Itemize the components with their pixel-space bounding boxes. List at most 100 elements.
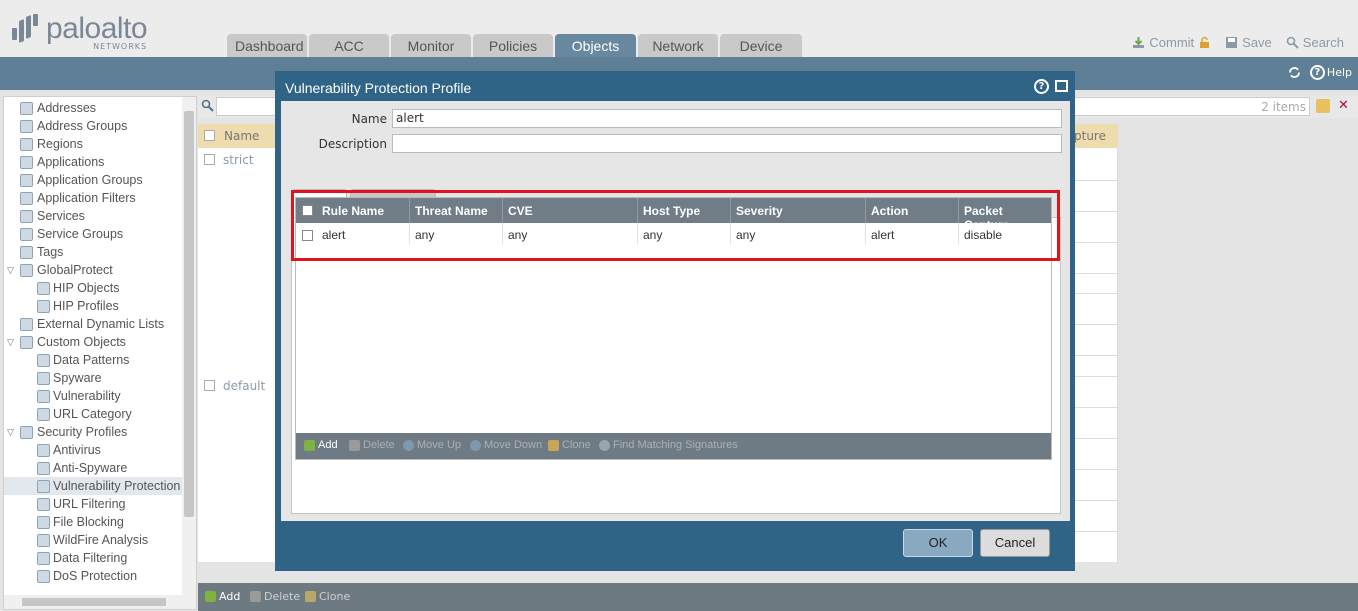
sidebar-item[interactable]: Data Patterns	[4, 351, 184, 369]
vulnerability-profile-dialog: Vulnerability Protection Profile ? Name …	[275, 71, 1075, 571]
clear-filter-icon[interactable]: ✕	[1338, 99, 1352, 113]
sidebar-item[interactable]: File Blocking	[4, 513, 184, 531]
tab-objects[interactable]: Objects	[555, 34, 636, 57]
wildfire-icon	[37, 534, 50, 547]
anti-spyware-icon	[37, 462, 50, 475]
row-checkbox[interactable]	[204, 154, 215, 165]
sidebar-item[interactable]: HIP Profiles	[4, 297, 184, 315]
sidebar-item-label: Regions	[37, 137, 83, 151]
logo-text: paloalto	[46, 12, 148, 45]
tab-network[interactable]: Network	[638, 34, 718, 57]
sidebar-item[interactable]: Applications	[4, 153, 184, 171]
lock-icon[interactable]	[1198, 36, 1211, 49]
add-rule-button[interactable]: Add	[304, 439, 338, 451]
add-profile-button[interactable]: Add	[205, 590, 240, 603]
tab-monitor[interactable]: Monitor	[391, 34, 471, 57]
move-up-button[interactable]: Move Up	[403, 439, 461, 451]
sidebar-item[interactable]: Regions	[4, 135, 184, 153]
sidebar-item[interactable]: Vulnerability Protection	[4, 477, 184, 495]
sidebar-hscrollbar[interactable]	[4, 595, 184, 609]
sidebar-item[interactable]: Data Filtering	[4, 549, 184, 567]
sidebar-item[interactable]: DoS Protection	[4, 567, 184, 585]
expand-toggle-icon[interactable]: ▽	[7, 261, 14, 279]
table-row[interactable]: strict	[204, 153, 254, 167]
row-name[interactable]: strict	[223, 153, 254, 167]
sidebar-item[interactable]: ▽ Security Profiles	[4, 423, 184, 441]
delete-rule-button[interactable]: Delete	[349, 439, 395, 451]
tab-policies[interactable]: Policies	[473, 34, 553, 57]
sidebar-item[interactable]: ▽ Custom Objects	[4, 333, 184, 351]
tab-dashboard[interactable]: Dashboard	[227, 34, 307, 57]
find-matching-signatures-button[interactable]: Find Matching Signatures	[599, 439, 738, 451]
sidebar-item[interactable]: URL Category	[4, 405, 184, 423]
application-icon	[20, 156, 33, 169]
sidebar-item[interactable]: URL Filtering	[4, 495, 184, 513]
add-icon	[304, 439, 315, 451]
sidebar-item-label: Anti-Spyware	[53, 461, 128, 475]
search-icon	[1286, 36, 1299, 49]
sidebar-item[interactable]: Addresses	[4, 99, 184, 117]
save-button[interactable]: Save	[1225, 35, 1272, 50]
table-row[interactable]: default	[204, 379, 265, 393]
delete-icon	[349, 439, 360, 451]
sidebar-item-label: URL Filtering	[53, 497, 126, 511]
sidebar-item-label: Data Filtering	[53, 551, 128, 565]
expand-toggle-icon[interactable]: ▽	[7, 423, 14, 441]
delete-profile-button[interactable]: Delete	[250, 590, 300, 603]
sidebar-item-label: Applications	[37, 155, 105, 169]
sidebar-scrollbar[interactable]	[182, 97, 196, 609]
apply-filter-icon[interactable]	[1316, 99, 1330, 113]
sidebar-item[interactable]: WildFire Analysis	[4, 531, 184, 549]
clone-rule-button[interactable]: Clone	[548, 439, 591, 451]
dialog-title: Vulnerability Protection Profile	[285, 80, 472, 96]
external-list-icon	[20, 318, 33, 331]
save-icon	[1226, 37, 1238, 48]
description-input[interactable]	[392, 134, 1062, 153]
sidebar-item[interactable]: Antivirus	[4, 441, 184, 459]
expand-toggle-icon[interactable]: ▽	[7, 333, 14, 351]
sidebar-item-label: Vulnerability Protection	[53, 479, 181, 493]
security-profiles-icon	[20, 426, 33, 439]
vulnerability-protection-icon	[37, 480, 50, 493]
logo-mark-icon	[12, 14, 40, 44]
service-icon	[20, 210, 33, 223]
search-label: Search	[1302, 35, 1344, 50]
ok-button[interactable]: OK	[903, 529, 973, 557]
dos-protection-icon	[37, 570, 50, 583]
data-pattern-icon	[37, 354, 50, 367]
help-icon: ?	[1309, 65, 1325, 80]
name-input[interactable]: alert	[392, 109, 1062, 128]
dialog-maximize-icon[interactable]	[1055, 80, 1068, 92]
row-checkbox[interactable]	[204, 380, 215, 391]
tab-device[interactable]: Device	[720, 34, 802, 57]
sidebar-item-label: Data Patterns	[53, 353, 130, 367]
sidebar-item-label: HIP Profiles	[53, 299, 119, 313]
cancel-button[interactable]: Cancel	[980, 529, 1050, 557]
sidebar-item[interactable]: Vulnerability	[4, 387, 184, 405]
move-down-button[interactable]: Move Down	[470, 439, 542, 451]
tag-icon	[20, 246, 33, 259]
refresh-icon[interactable]	[1287, 65, 1302, 80]
clone-profile-button[interactable]: Clone	[305, 590, 350, 603]
dialog-help-icon[interactable]: ?	[1034, 79, 1049, 94]
sidebar-item[interactable]: Spyware	[4, 369, 184, 387]
sidebar-item[interactable]: ▽ GlobalProtect	[4, 261, 184, 279]
sidebar-item[interactable]: External Dynamic Lists	[4, 315, 184, 333]
row-name[interactable]: default	[223, 379, 265, 393]
antivirus-icon	[37, 444, 50, 457]
sidebar-item[interactable]: Anti-Spyware	[4, 459, 184, 477]
tab-acc[interactable]: ACC	[309, 34, 389, 57]
sidebar-item[interactable]: Tags	[4, 243, 184, 261]
sidebar-item[interactable]: Application Filters	[4, 189, 184, 207]
commit-button[interactable]: Commit	[1132, 35, 1211, 50]
help-button[interactable]: ? Help	[1309, 65, 1352, 80]
sidebar-item[interactable]: Address Groups	[4, 117, 184, 135]
clone-icon	[305, 591, 316, 602]
sidebar-item[interactable]: Service Groups	[4, 225, 184, 243]
search-button[interactable]: Search	[1286, 35, 1344, 50]
sidebar-item[interactable]: Application Groups	[4, 171, 184, 189]
sidebar-item[interactable]: HIP Objects	[4, 279, 184, 297]
commit-label: Commit	[1149, 35, 1195, 50]
sidebar-item[interactable]: Services	[4, 207, 184, 225]
select-all-checkbox[interactable]	[204, 130, 215, 141]
